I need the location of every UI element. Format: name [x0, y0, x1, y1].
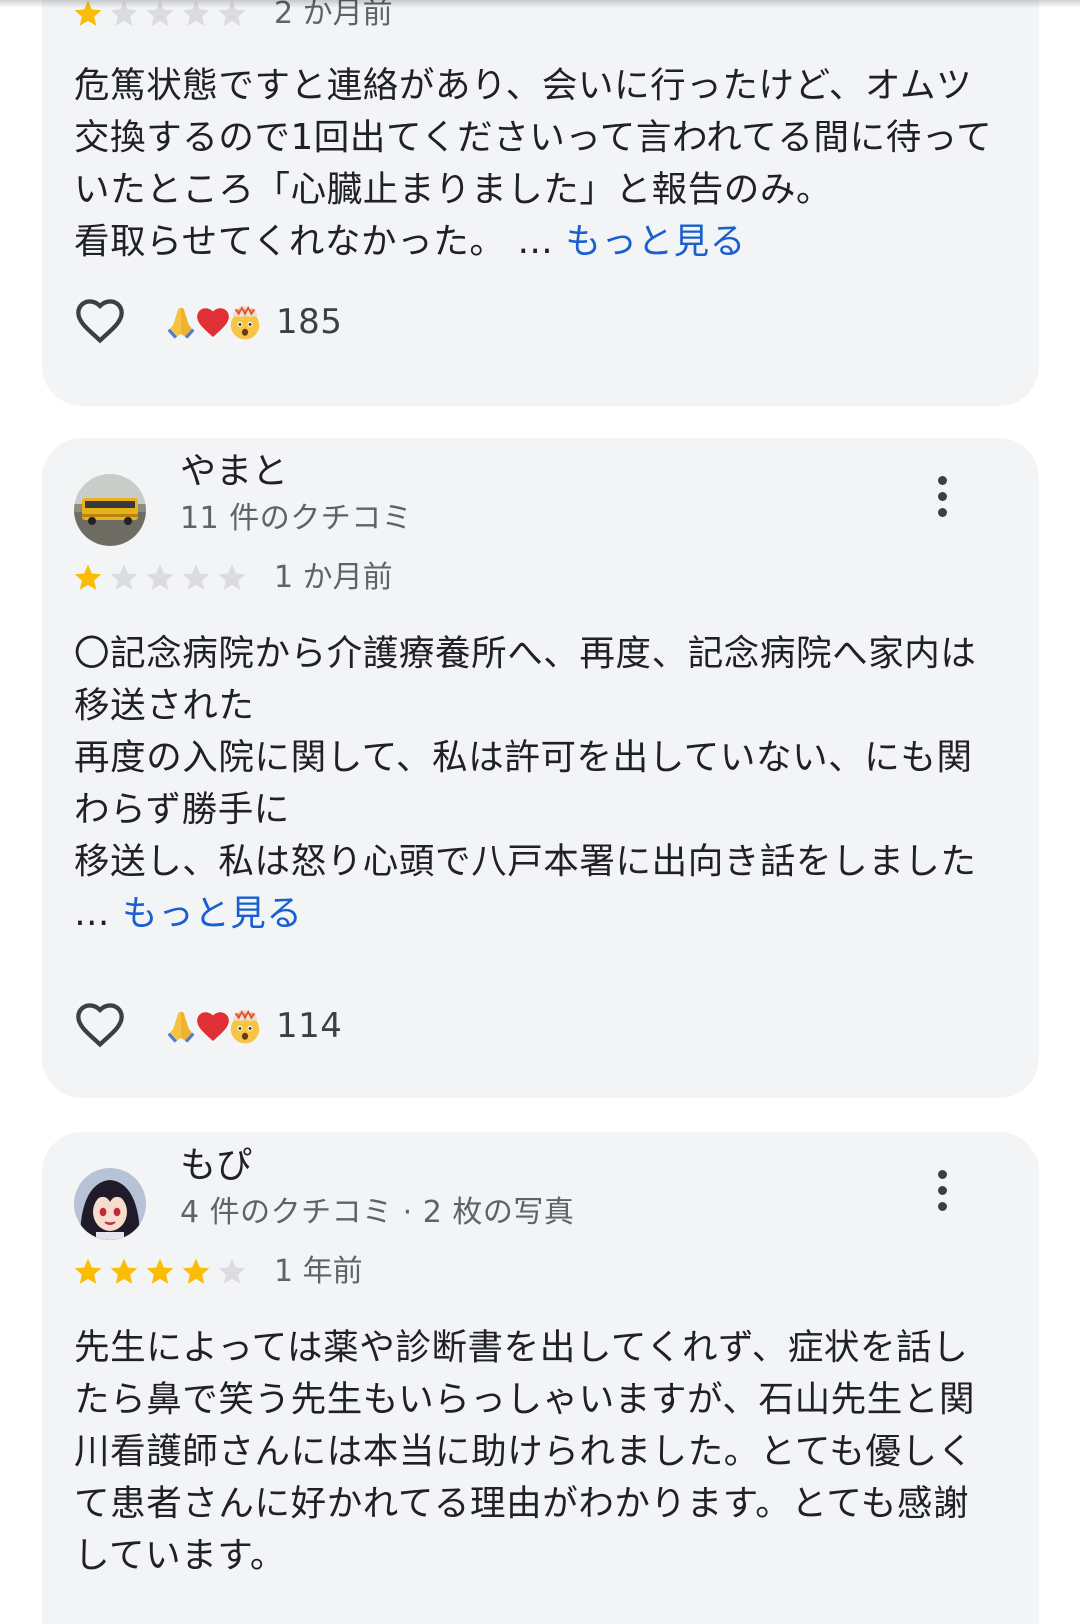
reaction-summary[interactable]: 114: [162, 1001, 342, 1051]
more-link[interactable]: もっと見る: [122, 893, 303, 934]
more-link[interactable]: もっと見る: [565, 221, 746, 262]
star-rating: [72, 1256, 248, 1288]
review-card: 2 か月前 危篤状態ですと連絡があり、会いに行ったけど、オムツ 交換するので1回…: [42, 0, 1039, 406]
avatar-bus-photo: [74, 474, 146, 546]
star-filled-icon: [146, 1258, 174, 1284]
reaction-count: 114: [276, 1006, 343, 1046]
star-empty-icon: [182, 564, 210, 590]
heart-outline-icon[interactable]: [72, 1000, 128, 1052]
star-empty-icon: [110, 564, 138, 590]
reviewer-meta: 11 件のクチコミ: [180, 501, 413, 536]
avatar[interactable]: [74, 1168, 146, 1240]
review-card: もぴ 4 件のクチコミ · 2 枚の写真 1 年前 先生によっては薬や診断書を出…: [42, 1132, 1039, 1624]
reviewer-name[interactable]: もぴ: [180, 1144, 252, 1188]
top-bar-shadow: [0, 0, 1080, 8]
star-rating: [72, 562, 248, 594]
review-text: 先生によっては薬や診断書を出してくれず、症状を話し たら鼻で笑う先生もいらっしゃ…: [74, 1327, 976, 1576]
star-empty-icon: [218, 564, 246, 590]
review-text: 危篤状態ですと連絡があり、会いに行ったけど、オムツ 交換するので1回出てください…: [74, 65, 993, 262]
reviewer-name[interactable]: やまと: [180, 450, 288, 494]
star-filled-icon: [182, 1258, 210, 1284]
review-card: やまと 11 件のクチコミ 1 か月前 〇記念病院から介護療養所へ、再度、記念病…: [42, 438, 1039, 1098]
review-time: 1 か月前: [274, 560, 393, 595]
avatar-anime-character: [74, 1168, 146, 1240]
reaction-summary[interactable]: 185: [162, 297, 342, 347]
star-filled-icon: [110, 1258, 138, 1284]
more-vert-icon[interactable]: [920, 1160, 964, 1220]
more-vert-icon[interactable]: [920, 466, 964, 526]
exploding-head-emoji-icon: [230, 305, 260, 340]
exploding-head-emoji-icon: [230, 1009, 260, 1044]
heart-outline-icon[interactable]: [72, 296, 128, 348]
star-empty-icon: [146, 564, 174, 590]
reviews-page: 2 か月前 危篤状態ですと連絡があり、会いに行ったけど、オムツ 交換するので1回…: [0, 0, 1080, 1624]
star-filled-icon: [74, 564, 102, 590]
reaction-count: 185: [276, 302, 343, 342]
avatar[interactable]: [74, 474, 146, 546]
star-filled-icon: [74, 1258, 102, 1284]
review-text: 〇記念病院から介護療養所へ、再度、記念病院へ家内は 移送された 再度の入院に関し…: [74, 633, 977, 934]
review-time: 1 年前: [274, 1254, 363, 1289]
reviewer-meta: 4 件のクチコミ · 2 枚の写真: [180, 1195, 575, 1230]
star-empty-icon: [218, 1258, 246, 1284]
